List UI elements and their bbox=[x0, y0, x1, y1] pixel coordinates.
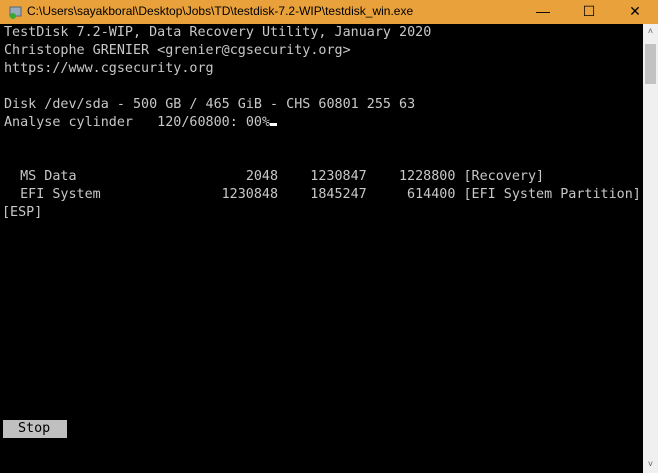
partition-size: 1228800 bbox=[398, 169, 456, 184]
partition-label-wrap: [ESP] bbox=[2, 205, 43, 220]
partition-start: 2048 bbox=[245, 169, 279, 184]
partition-type: EFI System bbox=[20, 187, 101, 202]
partition-start: 1230848 bbox=[221, 187, 279, 202]
partition-type: MS Data bbox=[20, 169, 77, 184]
analyse-text: Analyse cylinder 120/60800: 00% bbox=[4, 115, 271, 130]
disk-info: Disk /dev/sda - 500 GB / 465 GiB - CHS 6… bbox=[4, 97, 416, 112]
partition-label: [Recovery] bbox=[463, 169, 545, 184]
maximize-button[interactable]: ☐ bbox=[566, 0, 612, 24]
author-line: Christophe GRENIER <grenier@cgsecurity.o… bbox=[4, 43, 351, 58]
analyse-progress: Analyse cylinder 120/60800: 00% bbox=[4, 114, 278, 132]
partition-row: MS Data 2048 1230847 1228800 [Recovery] bbox=[4, 168, 544, 186]
scrollbar-thumb[interactable] bbox=[645, 44, 656, 84]
minimize-button[interactable]: — bbox=[520, 0, 566, 24]
partition-size: 614400 bbox=[407, 187, 456, 202]
scroll-down-icon[interactable]: ˅ bbox=[643, 457, 658, 473]
text-cursor bbox=[270, 123, 278, 126]
title-bar: C:\Users\sayakboral\Desktop\Jobs\TD\test… bbox=[0, 0, 658, 24]
url-line: https://www.cgsecurity.org bbox=[4, 61, 214, 76]
close-button[interactable]: ✕ bbox=[612, 0, 658, 24]
console-output: TestDisk 7.2-WIP, Data Recovery Utility,… bbox=[0, 24, 643, 473]
testdisk-app-icon bbox=[9, 6, 22, 19]
header-line: TestDisk 7.2-WIP, Data Recovery Utility,… bbox=[4, 25, 432, 40]
vertical-scrollbar[interactable]: ˄ ˅ bbox=[643, 24, 658, 473]
partition-label: [EFI System Partition] bbox=[463, 187, 641, 202]
stop-button[interactable]: Stop bbox=[3, 420, 67, 438]
partition-end: 1845247 bbox=[310, 187, 367, 202]
partition-row: EFI System 1230848 1845247 614400 [EFI Syst… bbox=[4, 186, 641, 204]
scroll-up-icon[interactable]: ˄ bbox=[643, 24, 658, 40]
window-title: C:\Users\sayakboral\Desktop\Jobs\TD\test… bbox=[27, 4, 414, 18]
partition-end: 1230847 bbox=[310, 169, 367, 184]
